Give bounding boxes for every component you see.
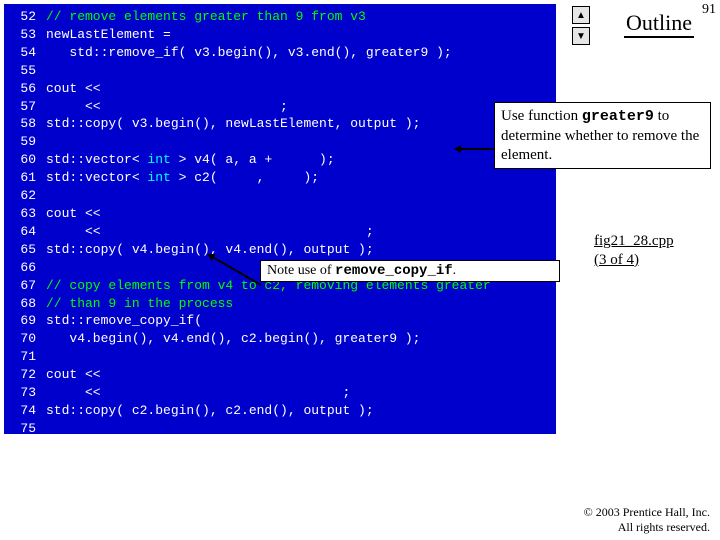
copyright-line2: All rights reserved. [618,520,710,534]
file-label: fig21_28.cpp (3 of 4) [594,232,704,270]
file-name: fig21_28.cpp [594,233,674,249]
up-button[interactable]: ▲ [572,6,590,24]
callout-greater9: Use function greater9 to determine wheth… [494,102,711,169]
copyright-line1: © 2003 Prentice Hall, Inc. [584,505,710,519]
callout2-text-pre: Note use of [267,263,335,278]
arrow-icon [460,148,494,150]
slide-number: 91 [702,2,716,18]
callout-removecopyif: Note use of remove_copy_if. [260,260,560,282]
callout2-text-post: . [453,263,457,278]
down-button[interactable]: ▼ [572,27,590,45]
file-part: (3 of 4) [594,252,639,268]
nav-buttons: ▲ ▼ [572,6,590,48]
line-numbers: 52 53 54 55 56 57 58 59 60 61 62 63 64 6… [4,4,40,434]
code-body: // remove elements greater than 9 from v… [40,4,556,434]
callout-mono: greater9 [582,108,654,125]
copyright: © 2003 Prentice Hall, Inc. All rights re… [584,505,710,534]
callout-text-pre: Use function [501,108,582,124]
code-listing: 52 53 54 55 56 57 58 59 60 61 62 63 64 6… [4,4,556,434]
callout2-mono: remove_copy_if [335,263,453,279]
outline-heading: Outline [624,10,694,38]
